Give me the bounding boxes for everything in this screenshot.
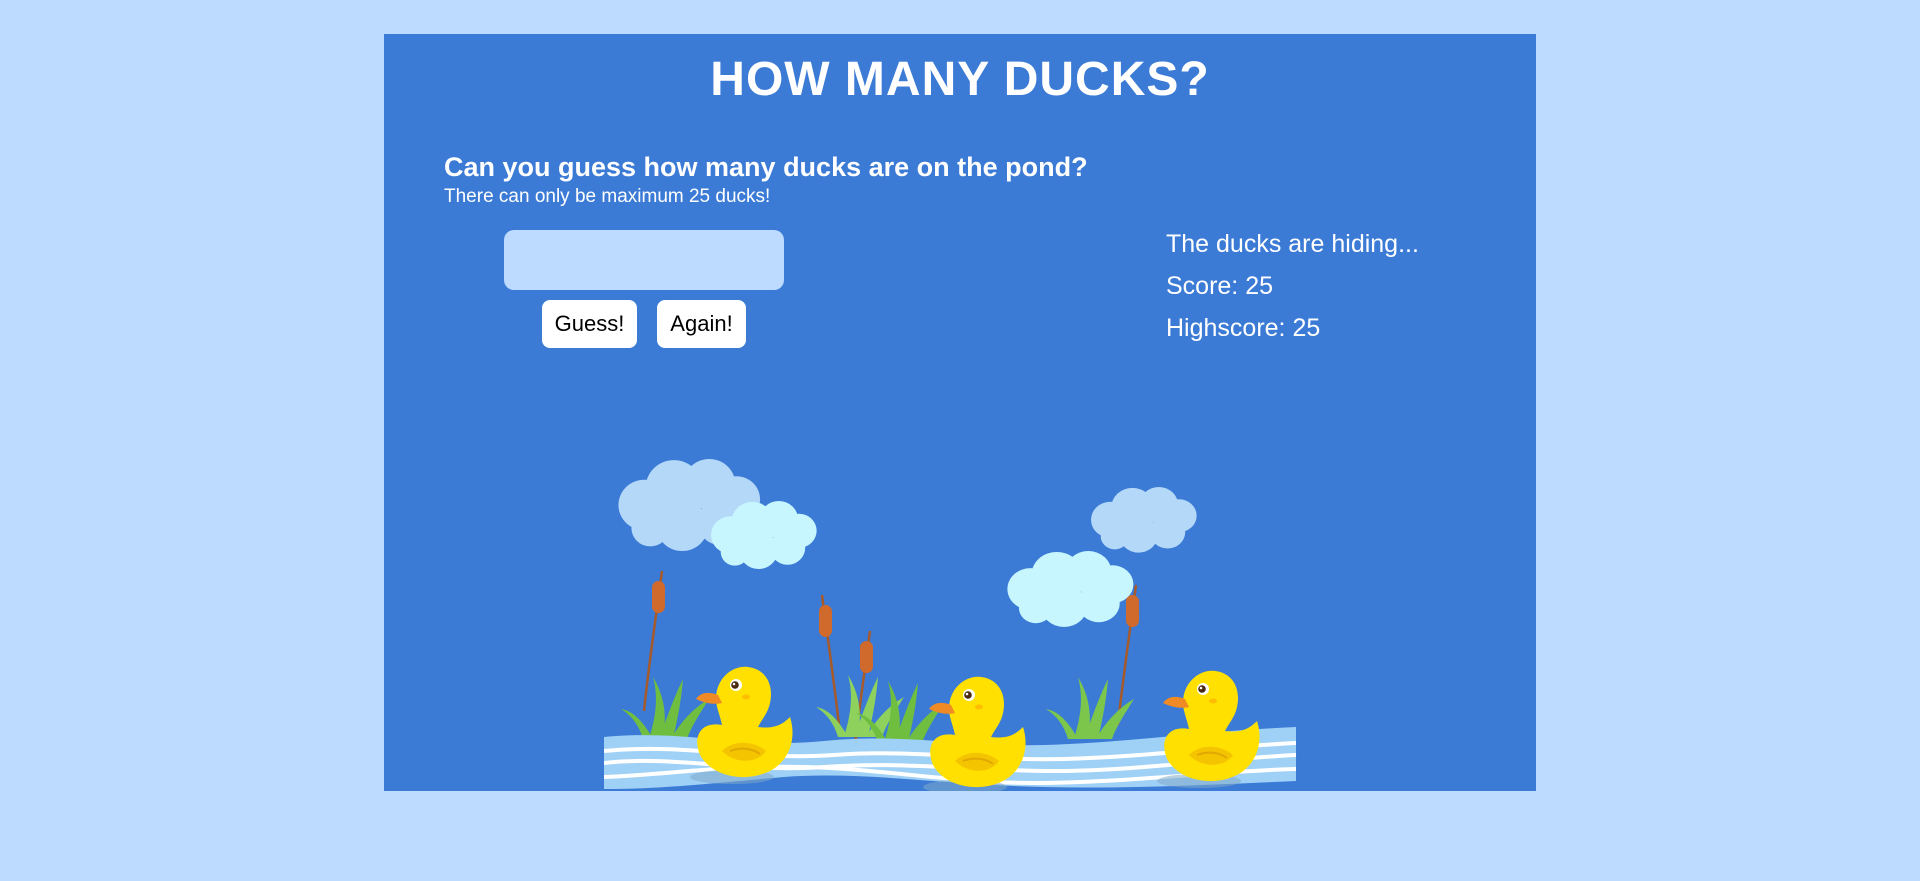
highscore-line: Highscore: 25	[1166, 314, 1320, 343]
game-panel: HOW MANY DUCKS? Can you guess how many d…	[384, 34, 1536, 791]
again-button[interactable]: Again!	[657, 300, 746, 348]
guess-button[interactable]: Guess!	[542, 300, 637, 348]
highscore-label: Highscore:	[1166, 314, 1286, 342]
cloud	[1091, 487, 1197, 553]
prompt-heading: Can you guess how many ducks are on the …	[444, 152, 1088, 182]
highscore-value: 25	[1292, 314, 1321, 342]
status-text: The ducks are hiding...	[1166, 230, 1419, 258]
grass	[621, 677, 709, 739]
game-title: HOW MANY DUCKS?	[710, 53, 1210, 106]
cloud	[1007, 551, 1134, 627]
score-line: Score: 25	[1166, 272, 1273, 301]
cattail	[642, 569, 667, 713]
score-label: Score:	[1166, 272, 1239, 300]
score-value: 25	[1245, 272, 1274, 300]
pond-scene	[604, 459, 1297, 791]
guess-input[interactable]	[504, 230, 784, 290]
prompt-subtext: There can only be maximum 25 ducks!	[444, 186, 771, 207]
